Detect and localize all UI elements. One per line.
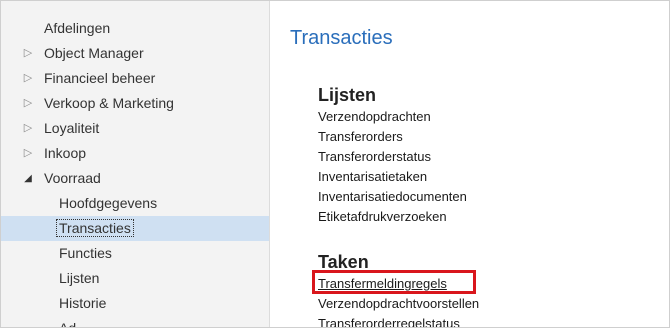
sidebar-item-label: Object Manager [44, 45, 144, 61]
sidebar-item-object-manager[interactable]: ▷ Object Manager [1, 41, 269, 66]
expand-arrow-icon[interactable]: ▷ [21, 66, 35, 91]
link-transferorderstatus[interactable]: Transferorderstatus [318, 147, 467, 167]
sidebar-item-financieel-beheer[interactable]: ▷ Financieel beheer [1, 66, 269, 91]
sidebar-item-label: Hoofdgegevens [59, 195, 158, 211]
sidebar-item-inkoop[interactable]: ▷ Inkoop [1, 141, 269, 166]
link-verzendopdrachtvoorstellen[interactable]: Verzendopdrachtvoorstellen [318, 294, 479, 314]
sidebar-item-label: Inkoop [44, 145, 87, 161]
sidebar-item-label: Functies [59, 245, 112, 261]
link-transferorderregelstatus[interactable]: Transferorderregelstatus [318, 314, 479, 327]
sidebar-subitem-functies[interactable]: Functies [1, 241, 269, 266]
sidebar-subitem-historie[interactable]: Historie [1, 291, 269, 316]
sidebar-item-label: Lijsten [59, 270, 100, 286]
sidebar-item-label: Loyaliteit [44, 120, 100, 136]
sidebar-item-loyaliteit[interactable]: ▷ Loyaliteit [1, 116, 269, 141]
sidebar-item-label: Financieel beheer [44, 70, 156, 86]
collapse-arrow-icon[interactable]: ◢ [21, 166, 35, 191]
section-taken: Taken Transfermeldingregels Verzendopdra… [312, 250, 479, 327]
section-lijsten: Lijsten Verzendopdrachten Transferorders… [318, 83, 467, 227]
link-verzendopdrachten[interactable]: Verzendopdrachten [318, 107, 467, 127]
link-transfermeldingregels[interactable]: Transfermeldingregels [312, 270, 479, 294]
expand-arrow-icon[interactable]: ▷ [21, 41, 35, 66]
section-title: Taken [318, 252, 369, 272]
sidebar-item-label: Verkoop & Marketing [44, 95, 174, 111]
expand-arrow-icon[interactable]: ▷ [21, 141, 35, 166]
sidebar-subitem-transacties[interactable]: Transacties [1, 216, 269, 241]
sidebar: Afdelingen ▷ Object Manager ▷ Financieel… [1, 1, 270, 327]
sidebar-item-label: Historie [59, 295, 107, 311]
link-inventarisatiedocumenten[interactable]: Inventarisatiedocumenten [318, 187, 467, 207]
sidebar-item-label: Transacties [56, 219, 134, 237]
section-title: Lijsten [318, 85, 377, 105]
sidebar-subitem-lijsten[interactable]: Lijsten [1, 266, 269, 291]
sidebar-nav: Afdelingen ▷ Object Manager ▷ Financieel… [1, 16, 269, 328]
sidebar-subitem-ad[interactable]: Ad... [1, 316, 269, 328]
main-content: Transacties Lijsten Verzendopdrachten Tr… [271, 1, 669, 327]
sidebar-item-label: Ad... [59, 320, 88, 328]
link-transferorders[interactable]: Transferorders [318, 127, 467, 147]
link-etiketafdrukverzoeken[interactable]: Etiketafdrukverzoeken [318, 207, 467, 227]
sidebar-item-voorraad[interactable]: ◢ Voorraad [1, 166, 269, 191]
page-title: Transacties [290, 27, 393, 49]
sidebar-item-verkoop-marketing[interactable]: ▷ Verkoop & Marketing [1, 91, 269, 116]
sidebar-item-label: Afdelingen [44, 20, 111, 36]
expand-arrow-icon[interactable]: ▷ [21, 91, 35, 116]
link-inventarisatietaken[interactable]: Inventarisatietaken [318, 167, 467, 187]
link-label: Transfermeldingregels [318, 276, 447, 291]
sidebar-item-label: Voorraad [44, 170, 101, 186]
sidebar-item-afdelingen[interactable]: Afdelingen [1, 16, 269, 41]
sidebar-subitem-hoofdgegevens[interactable]: Hoofdgegevens [1, 191, 269, 216]
window: Afdelingen ▷ Object Manager ▷ Financieel… [0, 0, 670, 328]
expand-arrow-icon[interactable]: ▷ [21, 116, 35, 141]
